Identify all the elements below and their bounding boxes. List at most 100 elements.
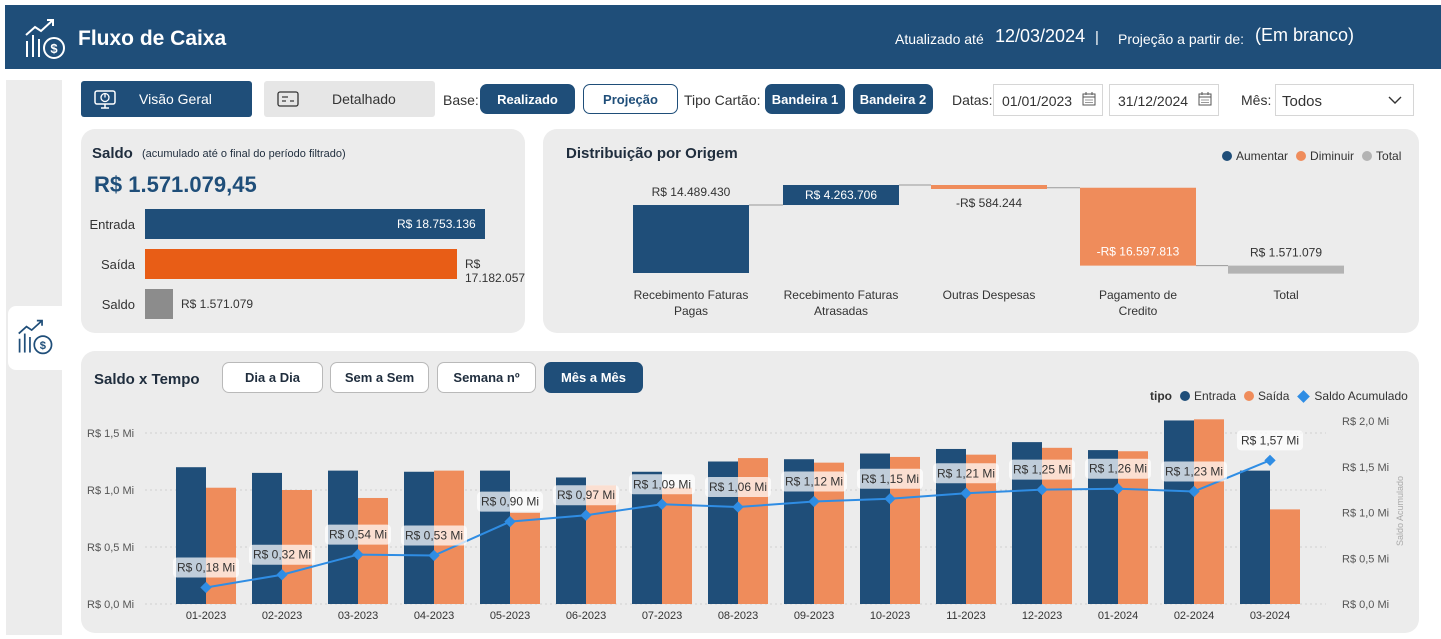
x-tick-label: 02-2024 bbox=[1174, 610, 1214, 622]
x-tick-label: 12-2023 bbox=[1022, 610, 1062, 622]
entrada-bar bbox=[1240, 470, 1270, 604]
y-right-tick-label: R$ 0,5 Mi bbox=[1342, 553, 1389, 565]
bandeira-2-button[interactable]: Bandeira 2 bbox=[853, 84, 933, 114]
saida-bar bbox=[510, 512, 540, 604]
datas-label: Datas: bbox=[952, 92, 993, 108]
x-tick-label: 01-2023 bbox=[186, 610, 226, 622]
updated-value: 12/03/2024 bbox=[995, 26, 1086, 46]
waterfall-category-label: Recebimento Faturas bbox=[634, 288, 749, 302]
x-tick-label: 08-2023 bbox=[718, 610, 758, 622]
saldo-acumulado-label: R$ 1,15 Mi bbox=[861, 472, 919, 486]
x-tick-label: 09-2023 bbox=[794, 610, 834, 622]
waterfall-bar bbox=[633, 205, 749, 273]
saida-bar bbox=[1194, 419, 1224, 604]
saldo-acumulado-label: R$ 0,90 Mi bbox=[481, 495, 539, 509]
waterfall-category-label: Total bbox=[1273, 288, 1298, 302]
waterfall-category-label: Pagas bbox=[674, 304, 708, 318]
y-left-tick-label: R$ 1,5 Mi bbox=[87, 428, 134, 440]
saldo-acumulado-label: R$ 0,97 Mi bbox=[557, 488, 615, 502]
saldo-tempo-chart: R$ 0,0 Mi R$ 0,5 Mi R$ 1,0 Mi R$ 1,5 Mi R$ 0… bbox=[87, 416, 1405, 622]
table-icon bbox=[277, 91, 299, 107]
saldo-bar-value: R$ 1.571.079 bbox=[181, 297, 254, 311]
y-left-tick-label: R$ 0,5 Mi bbox=[87, 542, 134, 554]
entrada-bar bbox=[480, 470, 510, 604]
x-tick-label: 05-2023 bbox=[490, 610, 530, 622]
saldo-tempo-card: Saldo x Tempo Dia a Dia Sem a Sem Semana… bbox=[81, 351, 1419, 633]
saldo-acumulado-label: R$ 1,25 Mi bbox=[1013, 463, 1071, 477]
y-right-tick-label: R$ 0,0 Mi bbox=[1342, 599, 1389, 611]
x-tick-label: 04-2023 bbox=[414, 610, 454, 622]
side-rail: $ bbox=[6, 80, 64, 635]
x-tick-label: 01-2024 bbox=[1098, 610, 1138, 622]
date-to-value: 31/12/2024 bbox=[1118, 93, 1189, 109]
cashflow-icon: $ bbox=[18, 319, 53, 355]
detalhado-label: Detalhado bbox=[332, 91, 396, 107]
projection-label: Projeção a partir de: bbox=[1118, 31, 1245, 47]
detalhado-button[interactable]: Detalhado bbox=[264, 81, 435, 117]
tipo-cartao-label: Tipo Cartão: bbox=[684, 92, 761, 108]
waterfall-bar bbox=[1228, 265, 1344, 274]
x-tick-label: 07-2023 bbox=[642, 610, 682, 622]
saldo-bar-label: Saldo bbox=[101, 297, 135, 312]
waterfall-value-label: R$ 4.263.706 bbox=[805, 188, 877, 202]
waterfall-value-label: R$ 14.489.430 bbox=[652, 185, 731, 199]
saldo-acumulado-label: R$ 1,12 Mi bbox=[785, 475, 843, 489]
x-tick-label: 10-2023 bbox=[870, 610, 910, 622]
waterfall-category-label: Recebimento Faturas bbox=[784, 288, 899, 302]
saldo-bar-value: R$ 17.182.057 bbox=[465, 257, 526, 285]
projection-value: (Em branco) bbox=[1255, 25, 1355, 45]
x-tick-label: 06-2023 bbox=[566, 610, 606, 622]
entrada-bar bbox=[1164, 420, 1194, 604]
saldo-acumulado-label: R$ 1,06 Mi bbox=[709, 480, 767, 494]
saida-bar bbox=[358, 497, 388, 604]
mes-dropdown[interactable]: Todos bbox=[1275, 84, 1414, 116]
x-tick-label: 03-2023 bbox=[338, 610, 378, 622]
y-left-tick-label: R$ 0,0 Mi bbox=[87, 599, 134, 611]
date-to-field[interactable]: 31/12/2024 bbox=[1109, 84, 1219, 116]
entrada-bar bbox=[252, 472, 282, 604]
updated-label: Atualizado até bbox=[895, 31, 984, 47]
base-label: Base: bbox=[443, 92, 479, 108]
svg-text:$: $ bbox=[40, 340, 47, 352]
saldo-card: Saldo (acumulado até o final do período … bbox=[81, 129, 525, 333]
base-projecao-button[interactable]: Projeção bbox=[583, 84, 678, 114]
base-realizado-button[interactable]: Realizado bbox=[480, 84, 575, 114]
x-tick-label: 02-2023 bbox=[262, 610, 302, 622]
calendar-icon[interactable] bbox=[1198, 92, 1212, 106]
distribuicao-card: Distribuição por Origem Aumentar Diminui… bbox=[543, 129, 1419, 333]
y-right-tick-label: R$ 2,0 Mi bbox=[1342, 416, 1389, 428]
x-tick-label: 11-2023 bbox=[946, 610, 986, 622]
saldo-bar bbox=[145, 289, 173, 319]
saldo-total-value: R$ 1.571.079,45 bbox=[94, 172, 257, 197]
date-from-field[interactable]: 01/01/2023 bbox=[993, 84, 1103, 116]
waterfall-category-label: Atrasadas bbox=[814, 304, 868, 318]
waterfall-value-label: -R$ 584.244 bbox=[956, 196, 1022, 210]
y-right-tick-label: R$ 1,0 Mi bbox=[1342, 508, 1389, 520]
svg-text:$: $ bbox=[50, 41, 58, 56]
saldo-acumulado-label: R$ 1,21 Mi bbox=[937, 466, 995, 480]
bandeira-1-button[interactable]: Bandeira 1 bbox=[765, 84, 845, 114]
saldo-acumulado-label: R$ 0,54 Mi bbox=[329, 528, 387, 542]
calendar-icon[interactable] bbox=[1082, 92, 1096, 106]
header-separator: | bbox=[1095, 29, 1099, 46]
mes-value: Todos bbox=[1282, 93, 1323, 110]
waterfall-bar bbox=[931, 185, 1047, 189]
saida-bar bbox=[1270, 509, 1300, 604]
entrada-bar bbox=[176, 467, 206, 604]
date-from-value: 01/01/2023 bbox=[1002, 93, 1073, 109]
visao-geral-label: Visão Geral bbox=[139, 91, 212, 107]
visao-geral-button[interactable]: Visão Geral bbox=[81, 81, 252, 117]
saldo-bar-label: Saída bbox=[101, 257, 135, 272]
saldo-acumulado-label: R$ 0,53 Mi bbox=[405, 529, 463, 543]
waterfall-chart: R$ 14.489.430 Recebimento Faturas Pagas R$ … bbox=[633, 184, 1344, 318]
waterfall-value-label: R$ 1.571.079 bbox=[1250, 246, 1322, 260]
cashflow-logo-icon: $ bbox=[25, 19, 65, 59]
rail-cashflow-button[interactable]: $ bbox=[8, 306, 64, 370]
chevron-down-icon bbox=[1388, 96, 1402, 104]
y-right-axis-label: Saldo Acumulado bbox=[1395, 476, 1405, 546]
saldo-acumulado-label: R$ 1,23 Mi bbox=[1165, 464, 1223, 478]
saldo-acumulado-point bbox=[1264, 454, 1276, 467]
saldo-title: Saldo bbox=[92, 145, 133, 162]
saldo-acumulado-label: R$ 1,26 Mi bbox=[1089, 462, 1147, 476]
y-left-tick-label: R$ 1,0 Mi bbox=[87, 485, 134, 497]
